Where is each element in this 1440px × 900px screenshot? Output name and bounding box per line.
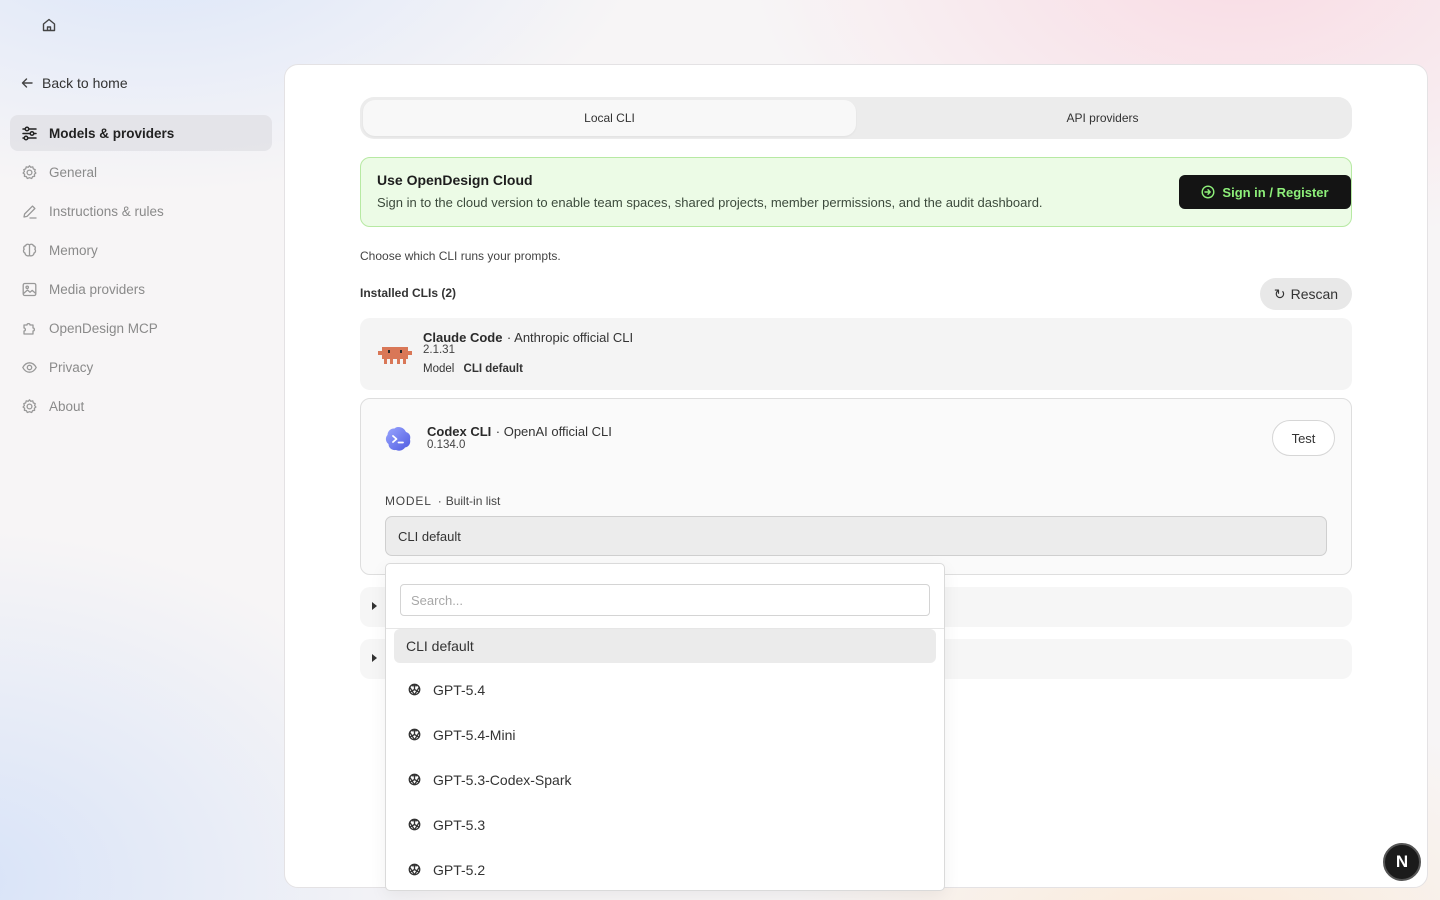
model-hint: Built-in list — [445, 494, 501, 508]
sidebar-item-label: Privacy — [49, 359, 94, 375]
model-option-label: GPT-5.4-Mini — [433, 726, 516, 743]
cli-description: OpenAI official CLI — [503, 424, 612, 439]
cli-model-label: Model — [423, 363, 455, 375]
refresh-icon: ↻ — [1273, 285, 1286, 302]
tab-local-cli[interactable]: Local CLI — [363, 100, 856, 136]
back-to-home-label: Back to home — [42, 75, 128, 91]
sidebar-item-opendesign-mcp[interactable]: OpenDesign MCP — [10, 310, 272, 346]
gear-icon — [22, 398, 37, 413]
model-heading: MODEL — [385, 494, 432, 508]
model-dropdown: CLI default GPT-5.4 GPT-5.4-Mini GPT-5.3… — [385, 563, 945, 891]
brain-icon — [22, 243, 37, 257]
openai-icon — [408, 728, 421, 741]
model-option-label: CLI default — [406, 638, 474, 654]
sidebar-item-general[interactable]: General — [10, 154, 272, 190]
cli-card-claude-code[interactable]: Claude Code · Anthropic official CLI 2.1… — [360, 318, 1352, 390]
sign-in-register-label: Sign in / Register — [1222, 184, 1329, 200]
sign-in-register-button[interactable]: Sign in / Register — [1179, 175, 1351, 209]
model-option-list: CLI default GPT-5.4 GPT-5.4-Mini GPT-5.3… — [394, 629, 936, 890]
cli-separator: · — [495, 424, 504, 439]
claude-code-logo-icon — [378, 344, 412, 369]
cli-name: Claude Code — [423, 330, 503, 345]
model-search-input[interactable] — [400, 584, 930, 616]
model-select[interactable]: CLI default — [385, 516, 1327, 556]
codex-logo-icon — [384, 425, 412, 458]
model-label-separator: · — [437, 494, 442, 508]
back-to-home-link[interactable]: Back to home — [20, 73, 128, 93]
openai-icon — [408, 863, 421, 876]
sidebar-item-label: Media providers — [49, 281, 146, 297]
eye-icon — [22, 361, 37, 373]
model-option-gpt-5-2[interactable]: GPT-5.2 — [394, 847, 936, 890]
home-button[interactable] — [38, 14, 60, 36]
rescan-button[interactable]: ↻ Rescan — [1260, 278, 1352, 310]
model-field-label: MODEL · Built-in list — [385, 494, 500, 508]
sidebar-item-label: Models & providers — [49, 125, 175, 141]
model-option-gpt-5-4-mini[interactable]: GPT-5.4-Mini — [394, 712, 936, 757]
sidebar-item-models-providers[interactable]: Models & providers — [10, 115, 272, 151]
cloud-banner-description: Sign in to the cloud version to enable t… — [377, 195, 1043, 210]
sliders-icon — [22, 125, 37, 141]
model-option-label: GPT-5.4 — [433, 681, 486, 698]
sign-in-icon — [1201, 185, 1215, 199]
sidebar-item-label: Instructions & rules — [49, 203, 164, 219]
model-option-label: GPT-5.2 — [433, 861, 486, 878]
sidebar-item-memory[interactable]: Memory — [10, 232, 272, 268]
provider-tabs: Local CLI API providers — [360, 97, 1352, 139]
installed-clis-heading: Installed CLIs (2) — [360, 286, 457, 300]
sidebar-item-label: OpenDesign MCP — [49, 320, 158, 336]
home-icon — [42, 18, 56, 32]
sidebar-item-about[interactable]: About — [10, 388, 272, 424]
cloud-banner-title: Use OpenDesign Cloud — [377, 172, 533, 188]
sidebar-item-instructions-rules[interactable]: Instructions & rules — [10, 193, 272, 229]
cli-name: Codex CLI — [427, 424, 492, 439]
openai-icon — [408, 773, 421, 786]
caret-right-icon — [372, 654, 377, 662]
settings-sidebar: Models & providers General Instructions … — [10, 115, 272, 427]
tab-api-providers[interactable]: API providers — [856, 100, 1349, 136]
openai-icon — [408, 818, 421, 831]
cli-model-value: CLI default — [463, 363, 523, 375]
pencil-icon — [23, 204, 37, 219]
cli-card-codex: Codex CLI · OpenAI official CLI 0.134.0 … — [360, 398, 1352, 575]
gear-icon — [22, 164, 37, 179]
choose-cli-text: Choose which CLI runs your prompts. — [360, 249, 561, 263]
caret-right-icon — [372, 602, 377, 610]
arrow-left-icon — [21, 78, 33, 88]
image-icon — [22, 282, 37, 296]
model-option-gpt-5-3[interactable]: GPT-5.3 — [394, 802, 936, 847]
rescan-label: Rescan — [1290, 286, 1339, 302]
sidebar-item-label: Memory — [49, 242, 98, 258]
model-option-label: GPT-5.3-Codex-Spark — [433, 771, 572, 788]
cli-description: Anthropic official CLI — [514, 330, 634, 345]
sidebar-item-label: General — [49, 164, 98, 180]
cli-version: 2.1.31 — [423, 344, 455, 356]
n-badge-button[interactable]: N — [1383, 843, 1421, 881]
model-option-gpt-5-3-codex-spark[interactable]: GPT-5.3-Codex-Spark — [394, 757, 936, 802]
sidebar-item-media-providers[interactable]: Media providers — [10, 271, 272, 307]
test-button[interactable]: Test — [1272, 420, 1335, 456]
openai-icon — [408, 683, 421, 696]
model-option-gpt-5-4[interactable]: GPT-5.4 — [394, 667, 936, 712]
sidebar-item-label: About — [49, 398, 85, 414]
model-option-cli-default[interactable]: CLI default — [394, 629, 936, 663]
cli-model-line: Model CLI default — [423, 363, 523, 375]
model-option-label: GPT-5.3 — [433, 816, 486, 833]
cli-version: 0.134.0 — [427, 439, 466, 451]
puzzle-icon — [23, 322, 35, 335]
sidebar-item-privacy[interactable]: Privacy — [10, 349, 272, 385]
